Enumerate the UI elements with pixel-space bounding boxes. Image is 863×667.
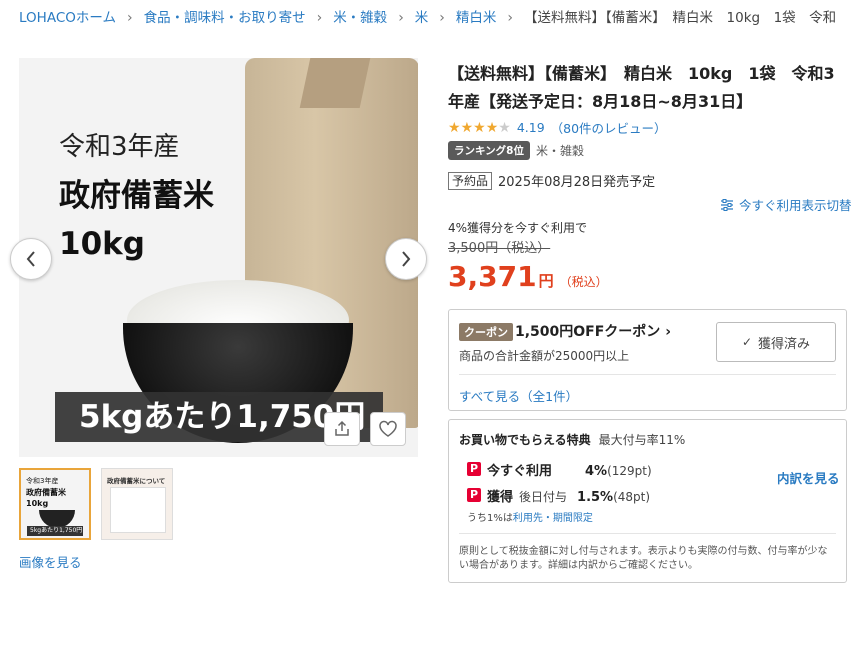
points-row-pt: (129pt) xyxy=(607,464,652,478)
display-switch-label: 今すぐ利用表示切替 xyxy=(739,198,852,213)
breadcrumb-food[interactable]: 食品・調味料・お取り寄せ xyxy=(144,9,306,27)
view-images-link[interactable]: 画像を見る xyxy=(19,552,82,571)
share-button[interactable] xyxy=(324,412,360,446)
coupon-badge: クーポン xyxy=(459,323,513,341)
points-row-rate: 1.5% xyxy=(577,490,614,505)
points-breakdown-link[interactable]: 内訳を見る xyxy=(777,468,840,487)
points-note: うち1%は利用先・期間限定 xyxy=(467,509,593,524)
thumb-text-weight: 10kg xyxy=(26,499,49,508)
thumb2-title: 政府備蓄米について xyxy=(107,477,166,485)
price-currency: 円 xyxy=(538,272,554,290)
heart-icon xyxy=(379,420,397,437)
star-full-icon: ★ xyxy=(473,119,486,136)
rating-summary[interactable]: ★ ★ ★ ★ ★ 4.19 （80件のレビュー） xyxy=(448,118,667,137)
breadcrumb-current: 【送料無料】【備蓄米】 精白米 10kg 1袋 令和 xyxy=(524,10,837,26)
favorite-button[interactable] xyxy=(370,412,406,446)
breadcrumb-rice-grains[interactable]: 米・雑穀 xyxy=(333,9,387,27)
chevron-left-icon xyxy=(26,251,35,267)
chevron-right-icon xyxy=(402,251,411,267)
points-use-label: 4%獲得分を今すぐ利用で xyxy=(448,221,588,235)
product-main-image[interactable]: 令和3年産 政府備蓄米 10kg 5kgあたり1,750円 xyxy=(19,58,418,457)
star-empty-icon: ★ xyxy=(498,119,511,136)
display-switch-link[interactable]: 今すぐ利用表示切替 xyxy=(720,195,852,214)
points-box: お買い物でもらえる特典 最大付与率11% P 今すぐ利用 4% (129pt) P… xyxy=(448,419,847,583)
divider xyxy=(459,533,836,534)
divider xyxy=(459,374,836,375)
points-max-rate: 最大付与率11% xyxy=(598,433,686,447)
image-text-name: 政府備蓄米 xyxy=(59,178,214,214)
points-row-name: 今すぐ利用 xyxy=(487,464,553,479)
next-image-button[interactable] xyxy=(385,238,427,280)
thumb-text-name: 政府備蓄米 xyxy=(26,488,66,497)
review-count-link[interactable]: （80件のレビュー） xyxy=(551,118,667,137)
star-full-icon: ★ xyxy=(460,119,474,136)
breadcrumb-home[interactable]: LOHACOホーム xyxy=(19,9,116,27)
ranking-badge: ランキング8位 xyxy=(448,141,530,160)
rating-value: 4.19 xyxy=(516,120,545,135)
paypay-icon: P xyxy=(467,488,481,502)
chevron-right-icon: › xyxy=(398,10,404,26)
points-note-prefix: うち1%は xyxy=(467,513,513,524)
coupon-title[interactable]: 1,500円OFFクーポン › xyxy=(515,321,671,341)
points-row-pt: (48pt) xyxy=(613,490,651,504)
thumb2-document xyxy=(110,487,166,533)
points-row-sub: 後日付与 xyxy=(519,490,568,504)
coupon-condition: 商品の合計金額が25000円以上 xyxy=(459,349,630,363)
points-footer: 原則として税抜金額に対し付与されます。表示よりも実際の付与数、付与率が少ない場合… xyxy=(459,546,828,571)
ranking-category: 米・雑穀 xyxy=(536,144,585,158)
thumb-price-banner: 5kgあたり1,750円 xyxy=(27,526,83,536)
see-all-coupons-link[interactable]: すべて見る（全1件） xyxy=(459,386,578,405)
breadcrumb: LOHACOホーム › 食品・調味料・お取り寄せ › 米・雑穀 › 米 › 精白… xyxy=(19,9,836,27)
points-row-name: 獲得 xyxy=(487,490,514,505)
image-text-year: 令和3年産 xyxy=(59,132,180,162)
chevron-right-icon: › xyxy=(665,324,671,340)
points-row-earn: 獲得 後日付与 1.5% (48pt) xyxy=(487,486,650,505)
points-header: お買い物でもらえる特典 最大付与率11% xyxy=(459,431,685,448)
chevron-right-icon: › xyxy=(507,10,514,26)
share-icon xyxy=(335,420,349,436)
release-date: 2025年08月28日発売予定 xyxy=(498,175,656,190)
product-title: 【送料無料】【備蓄米】 精白米 10kg 1袋 令和3年産【発送予定日：8月18… xyxy=(448,64,835,111)
thumb-text-year: 令和3年産 xyxy=(26,477,59,485)
breadcrumb-polished-rice[interactable]: 精白米 xyxy=(456,9,497,27)
coupon-acquired-button[interactable]: ✓ 獲得済み xyxy=(716,322,836,362)
ranking[interactable]: ランキング8位 米・雑穀 xyxy=(448,141,584,160)
coupon-box: クーポン 1,500円OFFクーポン › 商品の合計金額が25000円以上 ✓ … xyxy=(448,309,847,411)
settings-sliders-icon xyxy=(721,198,733,211)
star-full-icon: ★ xyxy=(485,119,499,136)
points-note-link[interactable]: 利用先・期間限定 xyxy=(513,513,593,524)
chevron-right-icon: › xyxy=(439,10,445,26)
chevron-right-icon: › xyxy=(126,10,133,26)
current-price: 3,371 円 （税込） xyxy=(448,260,608,293)
points-row-instant: 今すぐ利用 4% (129pt) xyxy=(487,460,652,479)
preorder-info: 予約品 2025年08月28日発売予定 xyxy=(448,171,655,190)
price-value: 3,371 xyxy=(448,260,537,293)
price-tax: （税込） xyxy=(559,275,608,289)
points-header-title: お買い物でもらえる特典 xyxy=(459,433,591,447)
star-full-icon: ★ xyxy=(448,119,461,136)
original-price: 3,500円（税込） xyxy=(448,241,551,256)
paypay-icon: P xyxy=(467,462,481,476)
prev-image-button[interactable] xyxy=(10,238,52,280)
preorder-badge: 予約品 xyxy=(448,171,493,190)
image-text-weight: 10kg xyxy=(59,226,145,262)
rating-stars: ★ ★ ★ ★ ★ xyxy=(448,121,511,135)
coupon-acquired-label: 獲得済み xyxy=(758,336,811,352)
rice-bag-top xyxy=(299,58,371,108)
thumbnail-1[interactable]: 令和3年産 政府備蓄米 10kg 5kgあたり1,750円 xyxy=(19,468,91,540)
breadcrumb-rice[interactable]: 米 xyxy=(415,9,429,27)
points-row-rate: 4% xyxy=(585,464,608,479)
check-icon: ✓ xyxy=(741,335,753,349)
thumbnail-2[interactable]: 政府備蓄米について xyxy=(101,468,173,540)
chevron-right-icon: › xyxy=(316,10,323,26)
coupon-title-text: 1,500円OFFクーポン xyxy=(515,324,661,340)
